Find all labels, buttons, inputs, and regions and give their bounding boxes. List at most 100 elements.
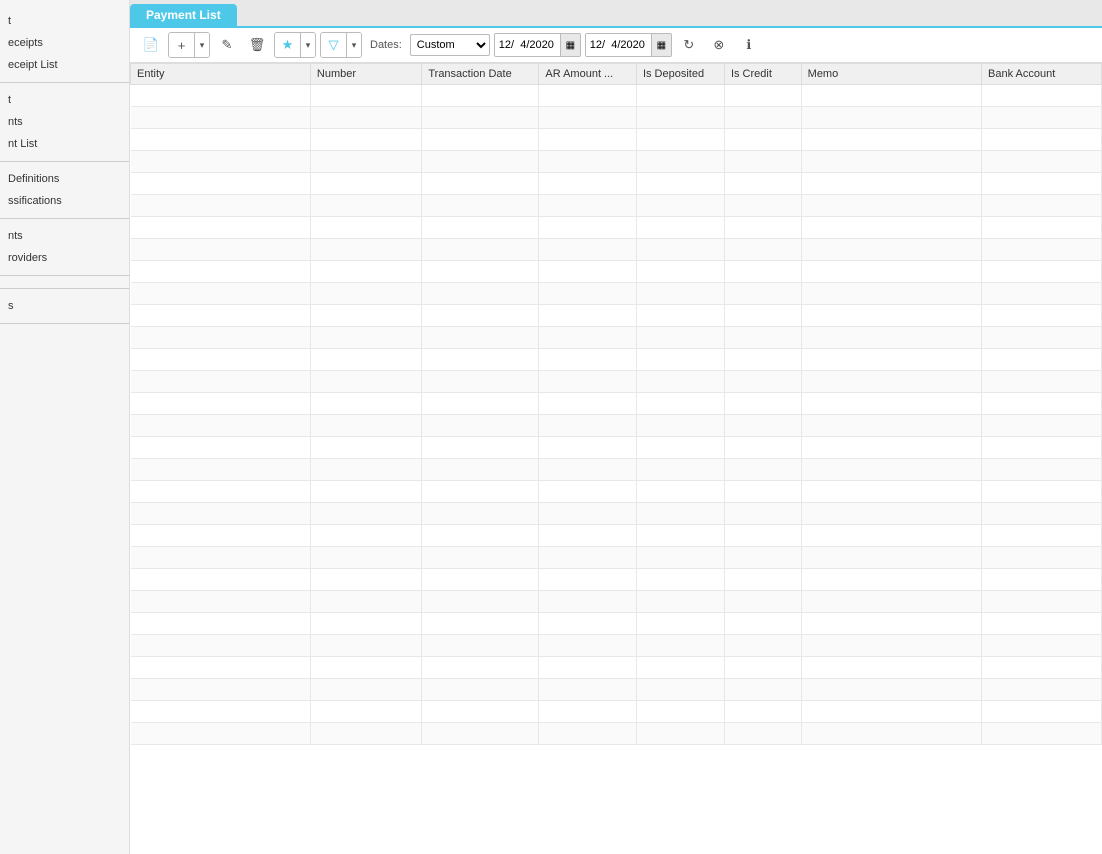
sidebar-item-definitions[interactable]: Definitions <box>0 168 129 190</box>
sidebar-divider-4 <box>0 275 129 276</box>
add-button-group: + ▾ <box>168 32 210 58</box>
date-from-input[interactable] <box>495 34 560 56</box>
sidebar-item-4[interactable]: t <box>0 89 129 111</box>
table-row[interactable] <box>131 525 1102 547</box>
document-icon: 📄 <box>143 37 159 53</box>
edit-button[interactable]: ✎ <box>214 33 240 57</box>
table-row[interactable] <box>131 129 1102 151</box>
filter-button-group: ▽ ▾ <box>320 32 362 58</box>
table-header-row: Entity Number Transaction Date AR Amount… <box>131 64 1102 85</box>
main-panel: Payment List 📄 + ▾ ✎ 🗑 ★ <box>130 0 1102 854</box>
sidebar-item-classifications[interactable]: ssifications <box>0 190 129 212</box>
col-is-deposited[interactable]: Is Deposited <box>636 64 724 85</box>
date-to-group: ▦ <box>585 33 672 57</box>
table-row[interactable] <box>131 591 1102 613</box>
table-row[interactable] <box>131 151 1102 173</box>
refresh-button[interactable]: ↻ <box>676 33 702 57</box>
date-from-calendar-button[interactable]: ▦ <box>560 34 580 56</box>
cancel-icon: ⊗ <box>713 37 724 53</box>
filter-chevron-icon: ▾ <box>352 40 357 51</box>
table-row[interactable] <box>131 239 1102 261</box>
star-button-group: ★ ▾ <box>274 32 316 58</box>
sidebar: t eceipts eceipt List t nts nt List Defi… <box>0 0 130 854</box>
date-from-group: ▦ <box>494 33 581 57</box>
date-to-calendar-button[interactable]: ▦ <box>651 34 671 56</box>
table-row[interactable] <box>131 459 1102 481</box>
sidebar-item-6[interactable]: nt List <box>0 133 129 155</box>
table-row[interactable] <box>131 657 1102 679</box>
sidebar-divider-5 <box>0 288 129 289</box>
document-button[interactable]: 📄 <box>138 33 164 57</box>
add-dropdown-button[interactable]: ▾ <box>195 33 209 57</box>
table-row[interactable] <box>131 569 1102 591</box>
sidebar-divider-2 <box>0 161 129 162</box>
dates-select[interactable]: Custom Today This Week This Month This Y… <box>410 34 490 56</box>
table-area: Entity Number Transaction Date AR Amount… <box>130 63 1102 854</box>
delete-icon: 🗑 <box>249 37 266 53</box>
table-row[interactable] <box>131 261 1102 283</box>
info-icon: ℹ <box>746 37 751 53</box>
filter-icon: ▽ <box>329 37 339 53</box>
table-row[interactable] <box>131 723 1102 745</box>
dates-label: Dates: <box>370 39 402 51</box>
star-icon: ★ <box>282 37 294 53</box>
edit-icon: ✎ <box>222 37 233 53</box>
filter-dropdown-button[interactable]: ▾ <box>347 33 361 57</box>
table-row[interactable] <box>131 613 1102 635</box>
table-row[interactable] <box>131 85 1102 107</box>
table-row[interactable] <box>131 635 1102 657</box>
table-row[interactable] <box>131 349 1102 371</box>
cancel-button[interactable]: ⊗ <box>706 33 732 57</box>
col-bank-account[interactable]: Bank Account <box>982 64 1102 85</box>
sidebar-item-receipt-list[interactable]: eceipt List <box>0 54 129 76</box>
table-row[interactable] <box>131 327 1102 349</box>
table-row[interactable] <box>131 283 1102 305</box>
sidebar-item-receipts[interactable]: eceipts <box>0 32 129 54</box>
sidebar-divider-3 <box>0 218 129 219</box>
info-button[interactable]: ℹ <box>736 33 762 57</box>
col-memo[interactable]: Memo <box>801 64 981 85</box>
sidebar-item-5[interactable]: nts <box>0 111 129 133</box>
star-chevron-icon: ▾ <box>306 40 311 51</box>
add-button[interactable]: + <box>169 33 195 57</box>
table-row[interactable] <box>131 371 1102 393</box>
table-row[interactable] <box>131 195 1102 217</box>
table-row[interactable] <box>131 107 1102 129</box>
sidebar-item-1[interactable]: t <box>0 10 129 32</box>
tab-payment-list[interactable]: Payment List <box>130 4 237 26</box>
table-row[interactable] <box>131 481 1102 503</box>
table-row[interactable] <box>131 701 1102 723</box>
tab-bar: Payment List <box>130 0 1102 28</box>
delete-button[interactable]: 🗑 <box>244 33 270 57</box>
col-number[interactable]: Number <box>310 64 421 85</box>
calendar-to-icon: ▦ <box>657 40 666 51</box>
sidebar-item-9[interactable]: nts <box>0 225 129 247</box>
sidebar-divider-1 <box>0 82 129 83</box>
table-row[interactable] <box>131 217 1102 239</box>
add-chevron-icon: ▾ <box>200 40 205 51</box>
col-is-credit[interactable]: Is Credit <box>724 64 801 85</box>
sidebar-item-providers[interactable]: roviders <box>0 247 129 269</box>
table-row[interactable] <box>131 305 1102 327</box>
add-icon: + <box>178 38 186 53</box>
star-dropdown-button[interactable]: ▾ <box>301 33 315 57</box>
table-row[interactable] <box>131 173 1102 195</box>
toolbar: 📄 + ▾ ✎ 🗑 ★ ▾ <box>130 28 1102 63</box>
col-ar-amount[interactable]: AR Amount ... <box>539 64 637 85</box>
filter-button[interactable]: ▽ <box>321 33 347 57</box>
refresh-icon: ↻ <box>683 37 694 53</box>
table-row[interactable] <box>131 393 1102 415</box>
table-row[interactable] <box>131 503 1102 525</box>
table-row[interactable] <box>131 679 1102 701</box>
date-to-input[interactable] <box>586 34 651 56</box>
table-row[interactable] <box>131 437 1102 459</box>
col-transaction-date[interactable]: Transaction Date <box>422 64 539 85</box>
calendar-from-icon: ▦ <box>566 40 575 51</box>
sidebar-divider-6 <box>0 323 129 324</box>
col-entity[interactable]: Entity <box>131 64 311 85</box>
table-row[interactable] <box>131 415 1102 437</box>
sidebar-item-11[interactable]: s <box>0 295 129 317</box>
payment-table: Entity Number Transaction Date AR Amount… <box>130 63 1102 745</box>
star-button[interactable]: ★ <box>275 33 301 57</box>
table-row[interactable] <box>131 547 1102 569</box>
